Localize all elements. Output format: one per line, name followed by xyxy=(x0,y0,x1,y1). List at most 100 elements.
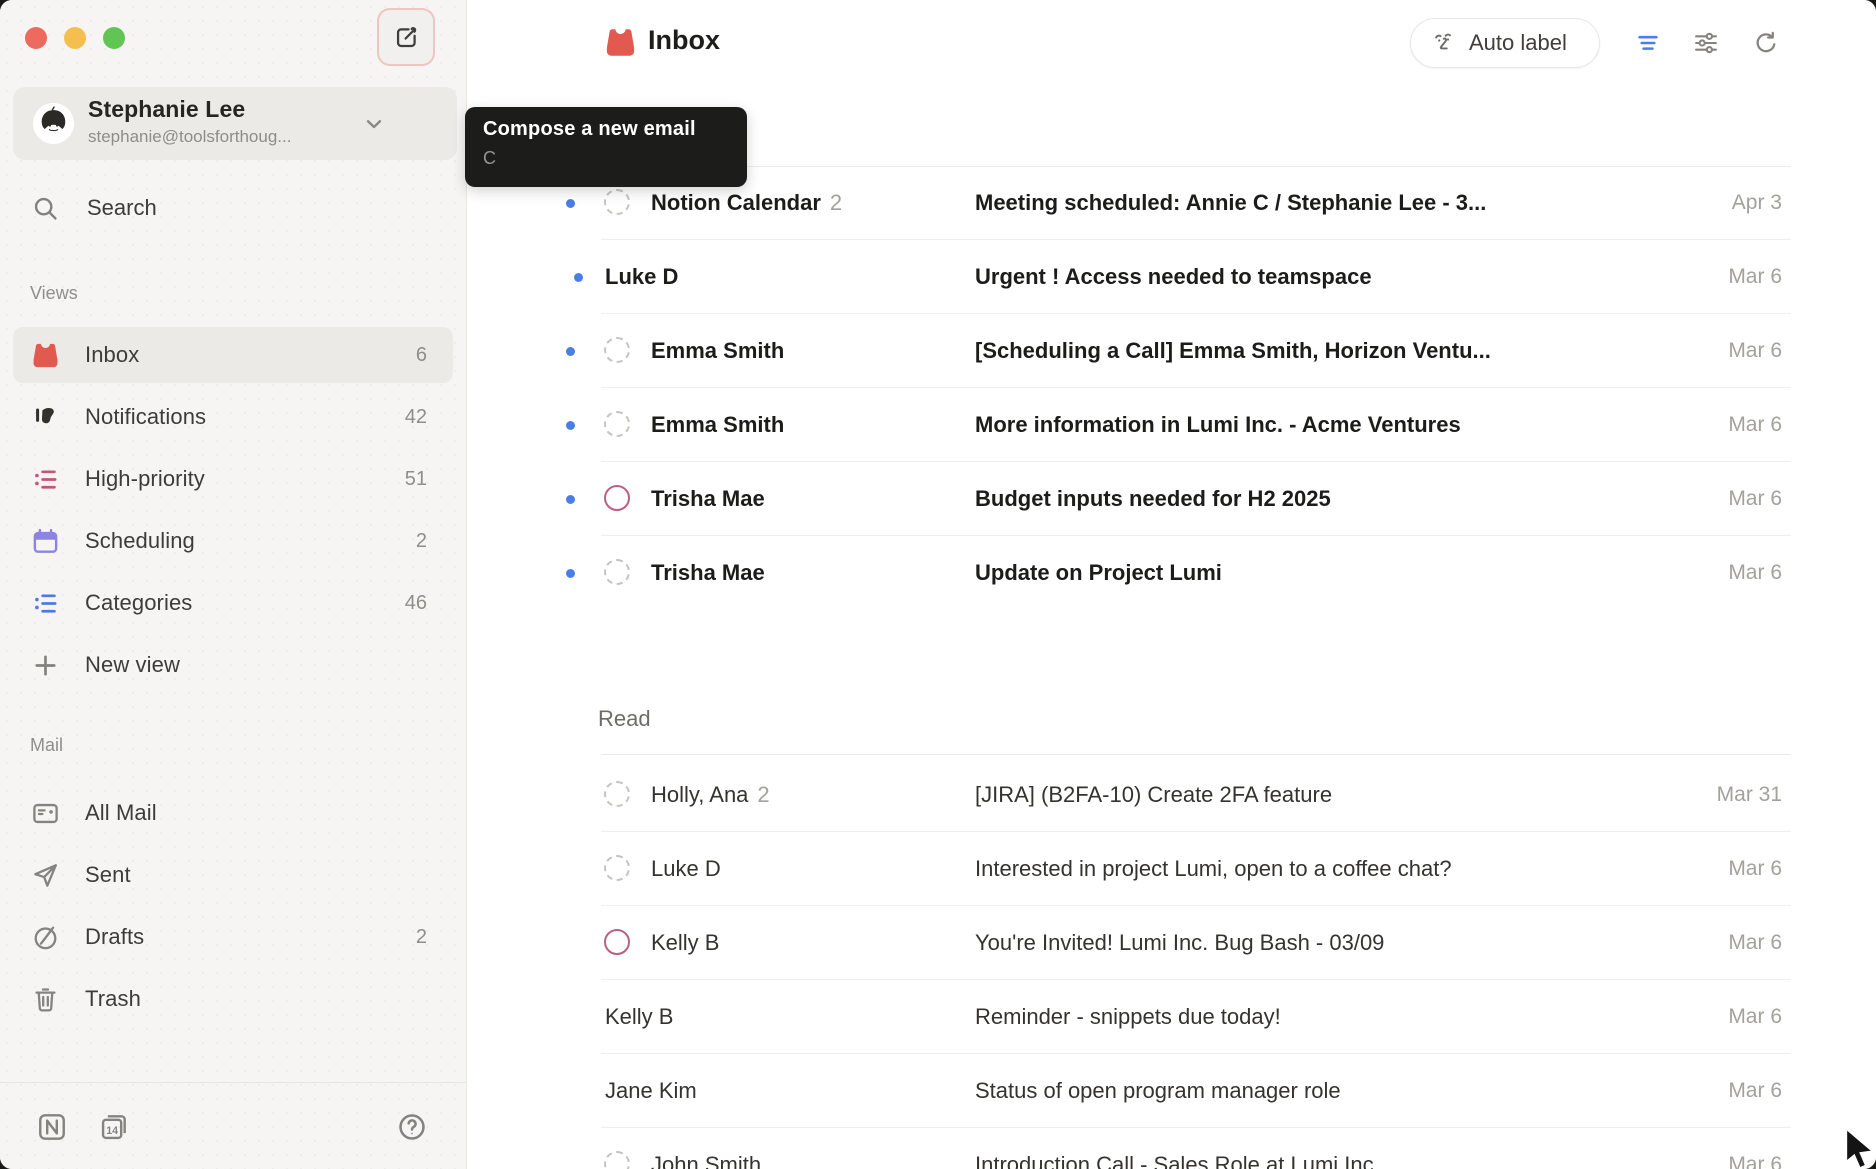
email-sender: Kelly B xyxy=(605,980,673,1054)
email-subject: Urgent ! Access needed to teamspace xyxy=(975,240,1372,314)
svg-text:14: 14 xyxy=(106,1125,118,1137)
thread-count: 2 xyxy=(757,782,769,807)
unread-dot xyxy=(566,569,575,578)
email-row[interactable]: Kelly BYou're Invited! Lumi Inc. Bug Bas… xyxy=(467,906,1876,980)
sidebar-item-label: All Mail xyxy=(85,800,157,826)
email-row[interactable]: Jane Kim Status of open program manager r… xyxy=(467,1054,1876,1128)
email-date: Mar 6 xyxy=(1728,388,1782,462)
help-icon[interactable] xyxy=(396,1111,428,1143)
email-row[interactable]: Luke DInterested in project Lumi, open t… xyxy=(467,832,1876,906)
unread-dot xyxy=(566,495,575,504)
sidebar-item-label: Inbox xyxy=(85,342,139,368)
avatar xyxy=(33,103,74,144)
auto-label-button[interactable]: Auto label xyxy=(1410,18,1600,68)
sidebar-item-notifications[interactable]: Notifications 42 xyxy=(13,389,453,445)
display-settings-icon[interactable] xyxy=(1692,29,1720,57)
trash-icon xyxy=(31,985,60,1014)
sidebar-nav: Views Inbox 6 Notifications 42 High-priority5… xyxy=(13,283,453,1033)
sidebar-item-label: Scheduling xyxy=(85,528,195,554)
plus-icon xyxy=(31,651,60,680)
account-email: stephanie@toolsforthoug... xyxy=(88,127,291,147)
label-circle-icon[interactable] xyxy=(604,485,630,511)
email-date: Mar 6 xyxy=(1728,1054,1782,1128)
email-row[interactable]: Trisha MaeBudget inputs needed for H2 20… xyxy=(467,462,1876,536)
sidebar-item-trash[interactable]: Trash xyxy=(13,971,453,1027)
mouse-cursor xyxy=(1842,1126,1876,1169)
email-date: Mar 6 xyxy=(1728,1128,1782,1169)
sidebar-item-label: Drafts xyxy=(85,924,144,950)
sidebar: Stephanie Lee stephanie@toolsforthoug...… xyxy=(0,0,466,1169)
email-row[interactable]: Luke DUrgent ! Access needed to teamspac… xyxy=(467,240,1876,314)
email-date: Mar 6 xyxy=(1728,980,1782,1054)
search-button[interactable]: Search xyxy=(13,186,453,230)
tooltip-shortcut: C xyxy=(483,148,729,169)
inbox-icon xyxy=(604,26,637,59)
select-circle-icon[interactable] xyxy=(604,411,630,437)
filter-icon[interactable] xyxy=(1634,29,1662,57)
sidebar-item-count: 6 xyxy=(416,344,427,367)
compose-button[interactable] xyxy=(377,8,435,66)
minimize-window-button[interactable] xyxy=(64,27,86,49)
notion-calendar-app-icon[interactable]: 14 xyxy=(98,1111,130,1143)
email-sender: Emma Smith xyxy=(651,388,784,462)
sidebar-item-count: 42 xyxy=(405,406,427,429)
email-date: Mar 6 xyxy=(1728,240,1782,314)
select-circle-icon[interactable] xyxy=(604,559,630,585)
sidebar-footer-divider xyxy=(0,1082,466,1083)
email-subject: Interested in project Lumi, open to a co… xyxy=(975,832,1452,906)
email-date: Mar 6 xyxy=(1728,832,1782,906)
email-sender: Holly, Ana2 xyxy=(651,758,770,832)
chevron-down-icon[interactable] xyxy=(361,111,387,137)
sidebar-item-label: Categories xyxy=(85,590,192,616)
select-circle-icon[interactable] xyxy=(604,189,630,215)
thread-count: 2 xyxy=(830,190,842,215)
email-date: Mar 6 xyxy=(1728,536,1782,610)
email-date: Apr 3 xyxy=(1732,166,1782,240)
sidebar-item-scheduling[interactable]: Scheduling 2 xyxy=(13,513,453,569)
select-circle-icon[interactable] xyxy=(604,1151,630,1169)
sidebar-item-count: 51 xyxy=(405,468,427,491)
sidebar-item-count: 2 xyxy=(416,530,427,553)
compose-icon xyxy=(393,24,420,51)
sidebar-item-label: Notifications xyxy=(85,404,206,430)
sidebar-item-sent[interactable]: Sent xyxy=(13,847,453,903)
email-sender: Jane Kim xyxy=(605,1054,697,1128)
email-row[interactable]: Trisha MaeUpdate on Project LumiMar 6 xyxy=(467,536,1876,610)
section-label-views: Views xyxy=(30,283,453,305)
allmail-icon xyxy=(31,799,60,828)
email-subject: Status of open program manager role xyxy=(975,1054,1341,1128)
zoom-window-button[interactable] xyxy=(103,27,125,49)
unread-dot xyxy=(574,273,583,282)
select-circle-icon[interactable] xyxy=(604,781,630,807)
list-blue-icon xyxy=(31,589,60,618)
close-window-button[interactable] xyxy=(25,27,47,49)
notifications-icon xyxy=(31,403,60,432)
email-subject: Introduction Call - Sales Role at Lumi I… xyxy=(975,1128,1392,1169)
sidebar-item-all-mail[interactable]: All Mail xyxy=(13,785,453,841)
email-sender: Trisha Mae xyxy=(651,536,765,610)
account-switcher[interactable]: Stephanie Lee stephanie@toolsforthoug... xyxy=(13,87,457,160)
email-subject: Meeting scheduled: Annie C / Stephanie L… xyxy=(975,166,1486,240)
unread-dot xyxy=(566,421,575,430)
sidebar-item-label: Sent xyxy=(85,862,131,888)
account-name: Stephanie Lee xyxy=(88,96,245,123)
email-row[interactable]: Emma Smith More information in Lumi Inc. … xyxy=(467,388,1876,462)
refresh-icon[interactable] xyxy=(1752,29,1780,57)
notion-app-icon[interactable] xyxy=(36,1111,68,1143)
email-subject: Budget inputs needed for H2 2025 xyxy=(975,462,1331,536)
email-subject: More information in Lumi Inc. - Acme Ven… xyxy=(975,388,1461,462)
email-row[interactable]: Holly, Ana2[JIRA] (B2FA-10) Create 2FA f… xyxy=(467,758,1876,832)
sidebar-item-inbox[interactable]: Inbox 6 xyxy=(13,327,453,383)
search-icon xyxy=(31,194,60,223)
sidebar-item-categories[interactable]: Categories46 xyxy=(13,575,453,631)
email-row[interactable]: Kelly BReminder - snippets due today!Mar… xyxy=(467,980,1876,1054)
email-row[interactable]: Emma Smith[Scheduling a Call] Emma Smith… xyxy=(467,314,1876,388)
sidebar-item-high-priority[interactable]: High-priority51 xyxy=(13,451,453,507)
email-row[interactable]: John SmithIntroduction Call - Sales Role… xyxy=(467,1128,1876,1169)
label-circle-icon[interactable] xyxy=(604,929,630,955)
notion-mail-window: Stephanie Lee stephanie@toolsforthoug...… xyxy=(0,0,1876,1169)
sidebar-item-new-view[interactable]: New view xyxy=(13,637,453,693)
select-circle-icon[interactable] xyxy=(604,855,630,881)
select-circle-icon[interactable] xyxy=(604,337,630,363)
sidebar-item-drafts[interactable]: Drafts2 xyxy=(13,909,453,965)
